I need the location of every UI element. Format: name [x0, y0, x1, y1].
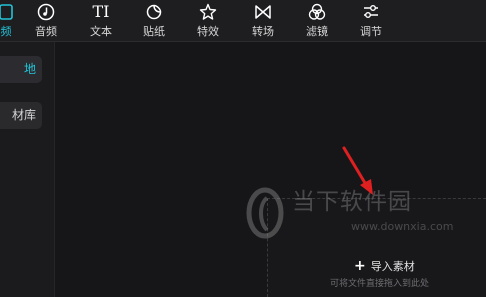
sparkle-star-icon — [199, 3, 217, 21]
import-dropzone[interactable]: + 导入素材 可将文件直接拖入到此处 — [267, 198, 486, 297]
tab-transitions[interactable]: 转场 — [243, 0, 283, 41]
tab-media-label: 频 — [0, 25, 12, 38]
tab-sticker[interactable]: 贴纸 — [134, 0, 174, 41]
tab-adjust-label: 调节 — [360, 25, 382, 38]
tab-adjust[interactable]: 调节 — [351, 0, 391, 41]
tab-text[interactable]: TI 文本 — [81, 0, 121, 41]
media-panel: + 导入素材 可将文件直接拖入到此处 — [55, 42, 486, 297]
import-media-button[interactable]: + 导入素材 — [354, 259, 415, 273]
import-media-label: 导入素材 — [370, 260, 415, 273]
tab-effects-label: 特效 — [197, 25, 219, 38]
tab-filters-label: 滤镜 — [306, 25, 328, 38]
media-toolbar: 频 音频 TI 文本 贴纸 特效 转场 滤镜 调节 — [0, 0, 486, 42]
tab-media[interactable]: 频 — [0, 0, 26, 41]
music-note-icon — [37, 3, 55, 21]
plus-icon: + — [354, 258, 366, 274]
tab-audio-label: 音频 — [35, 25, 57, 38]
tab-effects[interactable]: 特效 — [188, 0, 228, 41]
sticker-icon — [145, 3, 163, 21]
text-icon-glyph: TI — [92, 2, 110, 21]
media-icon — [0, 3, 15, 21]
tab-sticker-label: 贴纸 — [143, 25, 165, 38]
media-sidebar: 地 材库 — [0, 42, 55, 297]
text-icon: TI — [87, 3, 115, 21]
sidebar-item-local[interactable]: 地 — [0, 56, 42, 83]
filter-circles-icon — [308, 3, 326, 21]
tab-audio[interactable]: 音频 — [26, 0, 66, 41]
editor-window: 频 音频 TI 文本 贴纸 特效 转场 滤镜 调节 地 材库 + 导入素材 可将… — [0, 0, 486, 297]
sidebar-item-library[interactable]: 材库 — [0, 102, 42, 129]
adjust-sliders-icon — [362, 3, 380, 21]
drag-drop-hint: 可将文件直接拖入到此处 — [330, 279, 430, 289]
tab-text-label: 文本 — [90, 25, 112, 38]
tab-filters[interactable]: 滤镜 — [297, 0, 337, 41]
tab-transitions-label: 转场 — [252, 25, 274, 38]
transition-bowtie-icon — [254, 3, 272, 21]
